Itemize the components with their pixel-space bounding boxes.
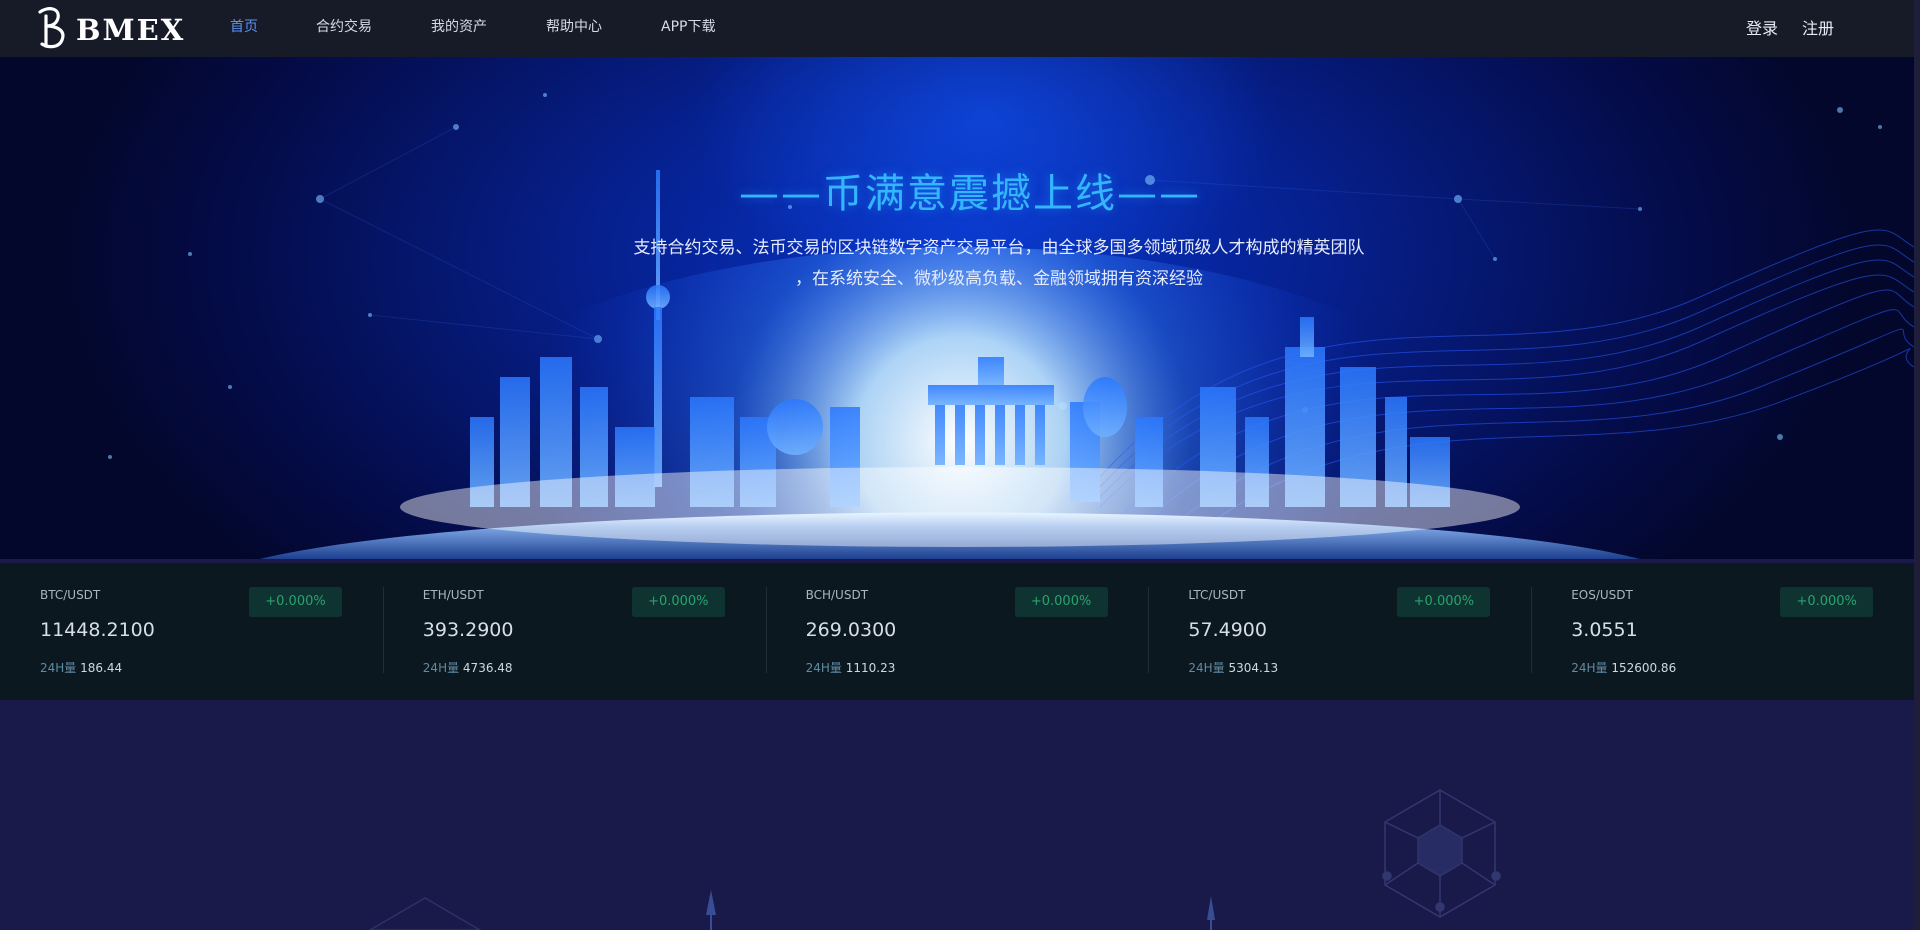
lower-decoration	[368, 789, 1501, 930]
ticker-price: 11448.2100	[40, 619, 155, 641]
ticker-pair: ETH/USDT	[422, 588, 484, 602]
change-badge[interactable]: +0.000%	[1014, 587, 1108, 617]
register-link[interactable]: 注册	[1802, 0, 1834, 57]
ticker-pair: LTC/USDT	[1188, 588, 1246, 602]
lower-section	[0, 700, 1914, 930]
nav-item-app-download[interactable]: APP下载	[661, 0, 715, 57]
banner-artwork	[108, 93, 1914, 559]
page-scrollbar[interactable]	[1914, 0, 1920, 930]
ticker-item-eth[interactable]: ETH/USDT 393.2900 24H量 4736.48 +0.000%	[382, 563, 766, 700]
ticker-price: 393.2900	[422, 619, 514, 641]
hero-banner: ——币满意震撼上线—— 支持合约交易、法币交易的区块链数字资产交易平台，由全球多…	[0, 57, 1914, 559]
ticker-volume: 24H量 186.44	[40, 659, 122, 676]
ticker-volume: 24H量 4736.48	[423, 659, 513, 676]
brand-logo[interactable]: BMEX	[34, 6, 185, 50]
ticker-pair: BTC/USDT	[40, 588, 101, 602]
banner-title: ——币满意震撼上线——	[739, 171, 1201, 217]
auth-links: 登录 注册	[1722, 0, 1834, 57]
ticker-volume: 24H量 5304.13	[1188, 659, 1278, 676]
volume-label: 24H量	[1188, 661, 1225, 675]
change-badge[interactable]: +0.000%	[1780, 587, 1874, 617]
volume-label: 24H量	[422, 661, 460, 675]
ticker-price: 269.0300	[805, 619, 897, 641]
volume-value: 152600.86	[1611, 661, 1677, 675]
cube-icon	[1382, 789, 1501, 918]
volume-value: 4736.48	[462, 661, 513, 675]
ticker-item-eos[interactable]: EOS/USDT 3.0551 24H量 152600.86 +0.000%	[1531, 563, 1914, 700]
ticker-price: 3.0551	[1571, 619, 1638, 641]
volume-value: 5304.13	[1228, 661, 1279, 675]
ticker-pair: EOS/USDT	[1571, 588, 1633, 602]
top-header: BMEX 首页 合约交易 我的资产 帮助中心 APP下载 登录 注册	[0, 0, 1914, 58]
b-logo-icon	[38, 7, 65, 49]
login-link[interactable]: 登录	[1746, 0, 1778, 57]
ticker-item-bch[interactable]: BCH/USDT 269.0300 24H量 1110.23 +0.000%	[765, 563, 1149, 700]
banner-description: 支持合约交易、法币交易的区块链数字资产交易平台，由全球多国多领域顶级人才构成的精…	[42, 233, 1914, 295]
ticker-pair: BCH/USDT	[805, 588, 869, 602]
change-badge[interactable]: +0.000%	[631, 587, 725, 617]
change-badge[interactable]: +0.000%	[1397, 587, 1491, 617]
nav-item-help-center[interactable]: 帮助中心	[546, 0, 602, 57]
banner-desc-line-2: ，在系统安全、微秒级高负载、金融领域拥有资深经验	[795, 269, 1203, 289]
nav-item-home[interactable]: 首页	[230, 0, 258, 57]
ticker-volume: 24H量 152600.86	[1571, 659, 1676, 676]
volume-label: 24H量	[40, 661, 77, 675]
brand-name: BMEX	[76, 13, 186, 47]
ticker-item-btc[interactable]: BTC/USDT 11448.2100 24H量 186.44 +0.000%	[0, 563, 383, 700]
ticker-volume: 24H量 1110.23	[806, 659, 896, 676]
market-ticker: BTC/USDT 11448.2100 24H量 186.44 +0.000% …	[0, 563, 1914, 700]
volume-value: 1110.23	[845, 661, 896, 675]
volume-value: 186.44	[80, 661, 123, 675]
nav-item-contract-trading[interactable]: 合约交易	[316, 0, 372, 57]
volume-label: 24H量	[1571, 661, 1608, 675]
volume-label: 24H量	[805, 661, 842, 675]
banner-desc-line-1: 支持合约交易、法币交易的区块链数字资产交易平台，由全球多国多领域顶级人才构成的精…	[633, 238, 1365, 258]
ticker-price: 57.4900	[1188, 619, 1267, 641]
change-badge[interactable]: +0.000%	[249, 587, 342, 617]
ticker-item-ltc[interactable]: LTC/USDT 57.4900 24H量 5304.13 +0.000%	[1148, 563, 1531, 700]
main-nav: 首页 合约交易 我的资产 帮助中心 APP下载	[230, 0, 715, 57]
nav-item-my-assets[interactable]: 我的资产	[431, 0, 487, 57]
